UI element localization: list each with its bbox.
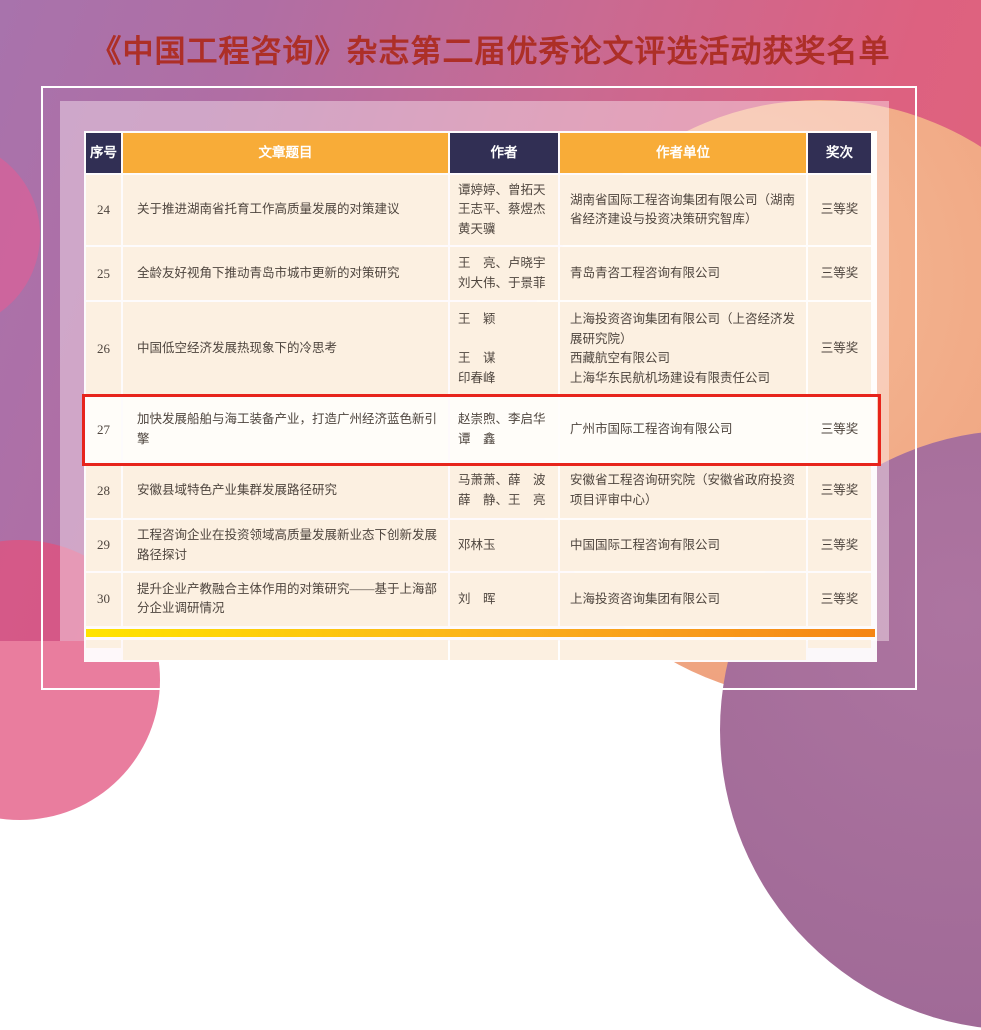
cell-empty [560, 640, 806, 660]
column-header: 作者 [450, 133, 558, 173]
cell-organization: 上海投资咨询集团有限公司（上咨经济发展研究院） 西藏航空有限公司 上海华东民航机… [560, 302, 806, 396]
cell-number: 30 [86, 573, 121, 626]
column-header: 作者单位 [560, 133, 806, 173]
cell-award: 三等奖 [808, 175, 871, 245]
gradient-divider-bar [86, 629, 875, 637]
cell-award: 三等奖 [808, 573, 871, 626]
cell-article-title: 工程咨询企业在投资领域高质量发展新业态下创新发展路径探讨 [123, 520, 448, 571]
table-row: 29工程咨询企业在投资领域高质量发展新业态下创新发展路径探讨邓林玉中国国际工程咨… [86, 520, 875, 571]
cell-organization: 青岛青咨工程咨询有限公司 [560, 247, 806, 300]
cell-empty [808, 640, 871, 648]
cell-organization: 中国国际工程咨询有限公司 [560, 520, 806, 571]
cell-award: 三等奖 [808, 520, 871, 571]
cell-award: 三等奖 [808, 463, 871, 518]
column-header: 文章题目 [123, 133, 448, 173]
cell-number: 24 [86, 175, 121, 245]
cell-organization: 安徽省工程咨询研究院（安徽省政府投资项目评审中心） [560, 463, 806, 518]
cell-article-title: 提升企业产教融合主体作用的对策研究——基于上海部分企业调研情况 [123, 573, 448, 626]
table-row: 28安徽县域特色产业集群发展路径研究马萧萧、薛 波 薛 静、王 亮安徽省工程咨询… [86, 463, 875, 518]
cell-award: 三等奖 [808, 302, 871, 396]
cell-number: 29 [86, 520, 121, 571]
partial-next-row [86, 640, 875, 660]
cell-authors: 王 亮、卢晓宇 刘大伟、于景菲 [450, 247, 558, 300]
table-row: 26中国低空经济发展热现象下的冷思考王 颖 王 谋 印春峰上海投资咨询集团有限公… [86, 302, 875, 396]
page-title: 《中国工程咨询》杂志第二届优秀论文评选活动获奖名单 [0, 26, 981, 71]
table-row: 25全龄友好视角下推动青岛市城市更新的对策研究王 亮、卢晓宇 刘大伟、于景菲青岛… [86, 247, 875, 300]
cell-organization: 湖南省国际工程咨询集团有限公司（湖南省经济建设与投资决策研究智库） [560, 175, 806, 245]
cell-empty [86, 640, 121, 648]
cell-award: 三等奖 [808, 247, 871, 300]
column-header: 序号 [86, 133, 121, 173]
table-header-row: 序号文章题目作者作者单位奖次 [86, 133, 875, 173]
cell-authors: 刘 晖 [450, 573, 558, 626]
cell-empty [450, 640, 558, 660]
highlight-box [82, 394, 881, 466]
cell-number: 25 [86, 247, 121, 300]
cell-empty [123, 640, 448, 660]
cell-number: 26 [86, 302, 121, 396]
cell-number: 28 [86, 463, 121, 518]
cell-authors: 邓林玉 [450, 520, 558, 571]
cell-article-title: 关于推进湖南省托育工作高质量发展的对策建议 [123, 175, 448, 245]
cell-authors: 王 颖 王 谋 印春峰 [450, 302, 558, 396]
cell-organization: 上海投资咨询集团有限公司 [560, 573, 806, 626]
column-header: 奖次 [808, 133, 871, 173]
cell-authors: 谭婷婷、曾拓天 王志平、蔡煜杰 黄天骥 [450, 175, 558, 245]
cell-authors: 马萧萧、薛 波 薛 静、王 亮 [450, 463, 558, 518]
table-row: 30提升企业产教融合主体作用的对策研究——基于上海部分企业调研情况刘 晖上海投资… [86, 573, 875, 626]
cell-article-title: 中国低空经济发展热现象下的冷思考 [123, 302, 448, 396]
cell-article-title: 安徽县域特色产业集群发展路径研究 [123, 463, 448, 518]
cell-article-title: 全龄友好视角下推动青岛市城市更新的对策研究 [123, 247, 448, 300]
table-row: 24关于推进湖南省托育工作高质量发展的对策建议谭婷婷、曾拓天 王志平、蔡煜杰 黄… [86, 175, 875, 245]
